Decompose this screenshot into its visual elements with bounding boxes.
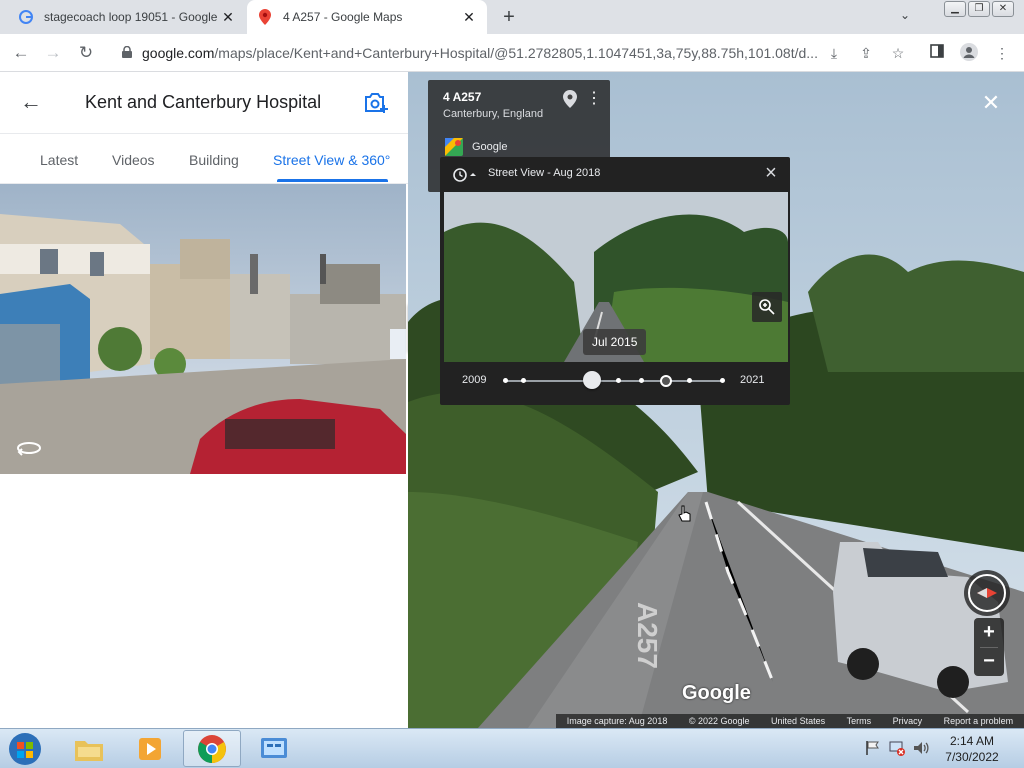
compass-icon[interactable] xyxy=(964,570,1010,616)
location-title: 4 A257 xyxy=(443,90,482,104)
browser-tab-search[interactable]: stagecoach loop 19051 - Google ✕ xyxy=(8,0,246,34)
image-capture-date: Image capture: Aug 2018 xyxy=(566,716,668,726)
tab-videos[interactable]: Videos xyxy=(112,152,155,168)
clock-time: 2:14 AM xyxy=(949,734,995,748)
tab-title: stagecoach loop 19051 - Google xyxy=(44,10,218,24)
tab-title: 4 A257 - Google Maps xyxy=(283,10,403,24)
reload-icon[interactable]: ↻ xyxy=(75,42,97,64)
browser-toolbar: ← → ↻ google.com/maps/place/Kent+and+Can… xyxy=(0,34,1024,72)
street-view-date-label: Street View - Aug 2018 xyxy=(488,167,601,179)
timeline-end-year: 2021 xyxy=(740,374,765,386)
restore-button[interactable]: ❐ xyxy=(968,1,990,17)
address-bar[interactable]: google.com/maps/place/Kent+and+Canterbur… xyxy=(112,39,852,67)
selected-date-tooltip: Jul 2015 xyxy=(583,329,647,355)
tab-building[interactable]: Building xyxy=(189,152,239,168)
timeline-slider[interactable]: 2009 2021 xyxy=(440,365,790,397)
tab-search-chevron-icon[interactable]: ⌄ xyxy=(895,8,915,26)
chrome-taskbar-icon[interactable] xyxy=(183,730,241,767)
windows-taskbar: 2:14 AM 7/30/2022 xyxy=(0,728,1024,768)
map-pin-icon[interactable] xyxy=(563,90,577,108)
street-view-photo-thumbnail[interactable] xyxy=(0,184,406,474)
attribution-text: Google xyxy=(472,141,508,153)
close-icon[interactable]: × xyxy=(762,163,780,183)
new-tab-button[interactable]: + xyxy=(497,6,521,28)
install-app-icon[interactable]: ⤓ xyxy=(824,43,844,63)
time-machine-panel: Street View - Aug 2018 × Jul 2015 2009 2… xyxy=(440,157,790,405)
zoom-preview-icon[interactable] xyxy=(752,292,782,322)
volume-icon[interactable] xyxy=(912,739,930,757)
timeline-dot[interactable] xyxy=(720,378,725,383)
report-problem-link[interactable]: Report a problem xyxy=(944,716,1014,726)
360-rotate-icon xyxy=(14,438,44,462)
timeline-dot[interactable] xyxy=(521,378,526,383)
lock-icon xyxy=(122,45,132,61)
timeline-start-year: 2009 xyxy=(462,374,487,386)
google-maps-logo-icon xyxy=(445,138,463,156)
photo-tabs: Latest Videos Building Street View & 360… xyxy=(0,134,408,184)
clock-date: 7/30/2022 xyxy=(945,750,999,764)
time-machine-header: Street View - Aug 2018 × xyxy=(440,157,790,191)
timeline-dot[interactable] xyxy=(639,378,644,383)
system-tray xyxy=(864,739,930,757)
more-options-icon[interactable]: ⋮ xyxy=(586,90,602,108)
panel-header: ← Kent and Canterbury Hospital xyxy=(0,72,408,134)
place-title: Kent and Canterbury Hospital xyxy=(85,92,322,112)
zoom-in-button[interactable]: + xyxy=(974,618,1004,646)
active-tab-indicator xyxy=(277,179,388,182)
privacy-link[interactable]: Privacy xyxy=(893,716,923,726)
timeline-slider-thumb[interactable] xyxy=(583,371,601,389)
close-street-view-icon[interactable]: ✕ xyxy=(980,92,1002,114)
close-window-button[interactable]: ✕ xyxy=(992,1,1014,17)
close-tab-icon[interactable]: ✕ xyxy=(220,9,236,26)
system-clock[interactable]: 2:14 AM 7/30/2022 xyxy=(940,733,1004,765)
tab-street-view[interactable]: Street View & 360° xyxy=(273,152,390,168)
side-panel-icon[interactable] xyxy=(927,43,947,63)
timeline-dot[interactable] xyxy=(687,378,692,383)
add-photo-icon[interactable] xyxy=(363,91,389,115)
url-text: google.com/maps/place/Kent+and+Canterbur… xyxy=(142,45,818,61)
map-footer: Image capture: Aug 2018 © 2022 Google Un… xyxy=(556,714,1024,728)
media-player-icon[interactable] xyxy=(121,730,179,767)
place-panel: ← Kent and Canterbury Hospital Latest Vi… xyxy=(0,72,408,728)
file-explorer-icon[interactable] xyxy=(60,730,118,767)
svg-text:A257: A257 xyxy=(632,602,663,669)
browser-tab-maps[interactable]: 4 A257 - Google Maps ✕ xyxy=(247,0,487,34)
google-watermark: Google xyxy=(682,682,751,704)
network-icon[interactable] xyxy=(888,739,906,757)
google-maps-pin-icon xyxy=(257,9,273,25)
hand-cursor-icon xyxy=(678,504,692,524)
zoom-out-button[interactable]: − xyxy=(974,647,1004,675)
timeline-dot[interactable] xyxy=(616,378,621,383)
timeline-dot[interactable] xyxy=(503,378,508,383)
start-button[interactable] xyxy=(6,731,44,767)
region-link[interactable]: United States xyxy=(771,716,825,726)
minimize-button[interactable]: ▁ xyxy=(944,1,966,17)
action-center-flag-icon[interactable] xyxy=(864,739,882,757)
current-capture-marker[interactable] xyxy=(660,375,672,387)
google-g-icon xyxy=(18,9,34,25)
back-arrow-icon[interactable]: ← xyxy=(10,42,32,64)
kebab-menu-icon[interactable]: ⋮ xyxy=(992,43,1012,63)
location-subtitle: Canterbury, England xyxy=(443,108,544,120)
close-tab-icon[interactable]: ✕ xyxy=(461,9,477,26)
zoom-controls: + − xyxy=(974,618,1004,676)
bookmark-star-icon[interactable]: ☆ xyxy=(888,43,908,63)
share-icon[interactable]: ⇪ xyxy=(856,43,876,63)
forward-arrow-icon[interactable]: → xyxy=(42,42,64,64)
back-arrow-icon[interactable]: ← xyxy=(20,90,44,114)
profile-avatar-icon[interactable] xyxy=(959,43,979,63)
street-view-pane[interactable]: A257 4 A257 Canterbury, England ⋮ Google xyxy=(408,72,1024,728)
history-clock-icon[interactable] xyxy=(453,167,477,183)
tab-latest[interactable]: Latest xyxy=(40,152,78,168)
terms-link[interactable]: Terms xyxy=(847,716,872,726)
tab-strip: stagecoach loop 19051 - Google ✕ 4 A257 … xyxy=(0,0,1024,34)
control-panel-icon[interactable] xyxy=(245,730,303,767)
copyright-text: © 2022 Google xyxy=(688,716,750,726)
